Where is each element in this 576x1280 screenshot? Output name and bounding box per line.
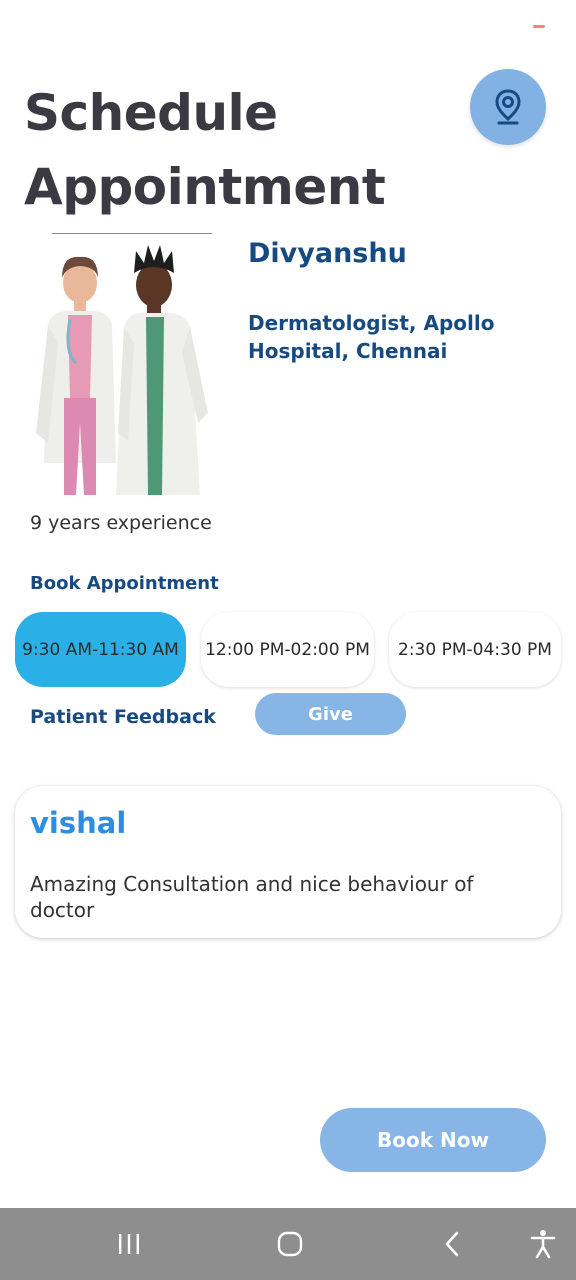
accessibility-button[interactable] (521, 1224, 565, 1264)
feedback-card: vishal Amazing Consultation and nice beh… (15, 786, 561, 938)
system-navigation-bar (0, 1208, 576, 1280)
feedback-text: Amazing Consultation and nice behaviour … (30, 872, 474, 922)
book-appointment-label: Book Appointment (30, 573, 219, 594)
home-button[interactable] (268, 1224, 312, 1264)
accessibility-icon (530, 1230, 556, 1259)
home-icon (277, 1231, 303, 1257)
page-title: Schedule Appointment (24, 84, 386, 216)
location-button[interactable] (470, 69, 546, 145)
time-slot-3[interactable]: 2:30 PM-04:30 PM (389, 612, 561, 687)
doctor-photo (30, 233, 234, 495)
doctor-specialty: Dermatologist, Apollo Hospital, Chennai (248, 311, 495, 363)
location-pin-icon (495, 89, 521, 125)
back-button[interactable] (430, 1224, 474, 1264)
time-slot-2[interactable]: 12:00 PM-02:00 PM (201, 612, 374, 687)
doctor-name: Divyanshu (248, 238, 407, 269)
recent-apps-icon (119, 1234, 139, 1254)
feedback-author: vishal (30, 806, 127, 840)
status-indicator (533, 25, 545, 28)
give-feedback-button[interactable]: Give (255, 693, 406, 735)
patient-feedback-label: Patient Feedback (30, 706, 216, 728)
back-icon (445, 1231, 459, 1257)
doctors-illustration (36, 245, 208, 495)
doctor-experience: 9 years experience (30, 512, 212, 534)
book-now-button[interactable]: Book Now (320, 1108, 546, 1172)
time-slot-1[interactable]: 9:30 AM-11:30 AM (15, 612, 186, 687)
recent-apps-button[interactable] (107, 1224, 151, 1264)
